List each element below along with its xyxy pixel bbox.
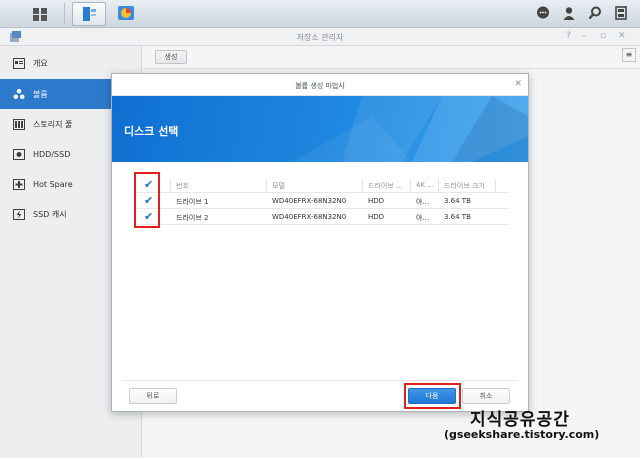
column-header[interactable]: 번호 [176,181,189,191]
column-header[interactable]: 드라이브 ... [368,181,403,191]
dialog-title: 볼륨 생성 마법사 [295,82,345,90]
watermark-title: 지식공유공간 [470,410,570,430]
wizard-banner: 디스크 선택 [112,96,528,162]
table-row[interactable]: ✔ 드라이브 1 WD40EFRX-68N32N0 HDD 아... 3.64 … [138,193,508,209]
drive-size: 3.64 TB [444,213,471,221]
next-button-highlight [404,383,461,409]
watermark-url: (gseekshare.tistory.com) [444,428,600,441]
step-title: 디스크 선택 [124,125,179,138]
volume-creation-wizard: 볼륨 생성 마법사 ✕ 디스크 선택 ✔ 번호 모델 드라이브 ... 4K .… [111,73,529,412]
taskbar [0,0,640,28]
drive-number: 드라이브 1 [176,198,209,206]
drive-size: 3.64 TB [444,197,471,205]
cancel-button[interactable]: 취소 [462,388,510,404]
main-menu-icon[interactable] [24,2,56,26]
close-icon[interactable]: ✕ [514,79,522,89]
drive-4k: 아... [416,198,430,206]
drive-model: WD40EFRX-68N32N0 [272,197,347,205]
storage-manager-icon[interactable] [72,2,106,26]
control-panel-icon[interactable] [112,2,142,26]
drive-number: 드라이브 2 [176,214,209,222]
search-icon[interactable] [586,4,604,22]
chat-icon[interactable] [534,4,552,22]
column-header[interactable]: 모델 [272,181,285,191]
user-icon[interactable] [560,4,578,22]
dialog-header[interactable]: 볼륨 생성 마법사 ✕ [112,74,528,96]
drive-type: HDD [368,197,385,205]
drive-model: WD40EFRX-68N32N0 [272,213,347,221]
checkbox-highlight [134,172,160,228]
drive-type: HDD [368,213,385,221]
back-button[interactable]: 뒤로 [129,388,177,404]
column-header[interactable]: 4K ... [416,181,434,189]
table-header: ✔ 번호 모델 드라이브 ... 4K ... 드라이브 크기 [138,177,508,193]
table-row[interactable]: ✔ 드라이브 2 WD40EFRX-68N32N0 HDD 아... 3.64 … [138,209,508,225]
footer-divider [122,380,518,381]
widgets-icon[interactable] [612,4,630,22]
drive-4k: 아... [416,214,430,222]
column-header[interactable]: 드라이브 크기 [444,181,485,191]
